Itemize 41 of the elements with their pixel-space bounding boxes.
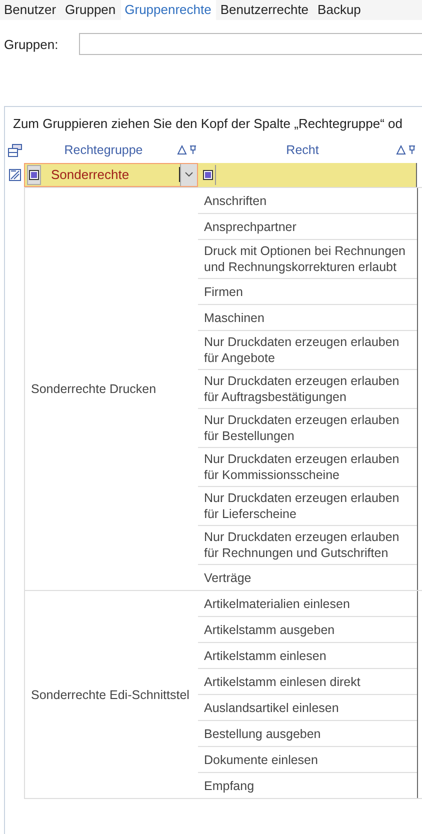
- group-by-hint: Zum Gruppieren ziehen Sie den Kopf der Spalte „Rechtegruppe“ od: [12, 115, 404, 133]
- square-icon: [202, 170, 212, 180]
- sort-pin-icon[interactable]: [396, 145, 416, 155]
- table-cell: Firmen: [198, 279, 417, 305]
- column-header[interactable]: Rechtegruppe: [30, 143, 177, 157]
- table-cell: Bestellung ausgeben: [198, 721, 417, 747]
- column-header[interactable]: Recht: [209, 143, 396, 157]
- group-cell-text: Sonderrechte Drucken: [30, 381, 158, 398]
- filter-cell[interactable]: [198, 162, 417, 186]
- table-cell: Nur Druckdaten erzeugen erlauben für Auftragsbestätigungen: [198, 370, 417, 409]
- table-cell: Anschriften: [198, 188, 417, 214]
- table-cell: Druck mit Optionen bei Rechnungen und Rechnungskorrekturen erlaubt: [198, 240, 417, 279]
- tab[interactable]: Benutzer: [0, 0, 62, 20]
- field-label: Gruppen:: [4, 36, 60, 52]
- table-cell: Artikelstamm einlesen: [198, 643, 417, 669]
- chevron-down-icon[interactable]: [185, 172, 193, 177]
- table-cell: Artikelstamm ausgeben: [198, 617, 417, 643]
- table-cell: Nur Druckdaten erzeugen erlauben für Rechnungen und Gutschriften: [198, 526, 417, 565]
- table-cell: Dokumente einlesen: [198, 747, 417, 773]
- table-cell: Artikelstamm einlesen direkt: [198, 669, 417, 695]
- group-cell-text: Sonderrechte Edi-Schnittstel: [30, 686, 190, 704]
- filter-row-icon: [8, 168, 20, 180]
- table-cell: Nur Druckdaten erzeugen erlauben für Kommissionsscheine: [198, 448, 417, 487]
- table-cell: Artikelmaterialien einlesen: [198, 591, 417, 617]
- table-cell: Nur Druckdaten erzeugen erlauben für Lieferscheine: [198, 487, 417, 526]
- tab[interactable]: Gruppenrechte: [120, 0, 216, 20]
- tab[interactable]: Benutzerrechte: [216, 0, 314, 20]
- groups-field[interactable]: [79, 33, 422, 55]
- table-cell: Nur Druckdaten erzeugen erlauben für Bestellungen: [198, 409, 417, 448]
- tab[interactable]: Gruppen: [61, 0, 121, 20]
- table-cell: Auslandsartikel einlesen: [198, 695, 417, 721]
- table-cell-text: Verträge: [203, 570, 252, 587]
- filter-combo[interactable]: Sonderrechte: [24, 162, 198, 186]
- tab[interactable]: Backup: [314, 0, 366, 20]
- square-icon: [29, 170, 39, 180]
- column-chooser-icon[interactable]: [8, 144, 22, 156]
- table-cell: Nur Druckdaten erzeugen erlauben für Angebote: [198, 331, 417, 370]
- table-cell: Maschinen: [198, 305, 417, 331]
- sort-pin-icon[interactable]: [177, 145, 197, 155]
- table-cell: Ansprechpartner: [198, 214, 417, 240]
- table-cell-text: Empfang: [203, 778, 256, 795]
